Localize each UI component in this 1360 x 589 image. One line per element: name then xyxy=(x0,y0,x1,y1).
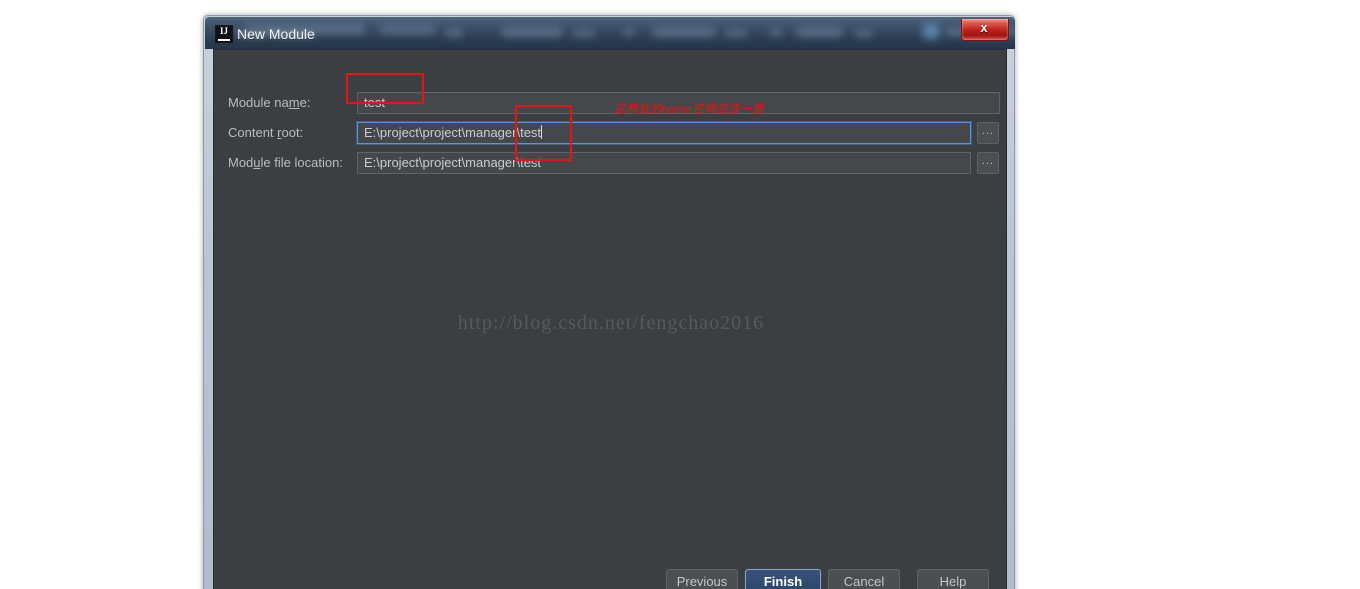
module-file-location-label: Module file location: xyxy=(228,155,343,170)
module-file-location-input[interactable]: E:\project\project\manager\test xyxy=(357,152,971,174)
titlebar-glass-blur xyxy=(623,29,635,36)
text-caret xyxy=(541,125,543,139)
titlebar-glass-blur xyxy=(380,26,435,34)
intellij-idea-underbar xyxy=(218,39,230,41)
titlebar-glass-blur xyxy=(653,27,715,37)
intellij-idea-icon: IJ xyxy=(215,25,233,43)
titlebar-glass-blur xyxy=(855,30,873,37)
module-form: Module name: test Content root: E:\proje… xyxy=(214,50,1006,174)
cancel-button[interactable]: Cancel xyxy=(828,569,900,589)
dialog-title: New Module xyxy=(237,26,315,42)
content-root-label: Content root: xyxy=(228,125,304,140)
content-root-browse-button[interactable]: ... xyxy=(977,122,999,144)
titlebar-glass-blur xyxy=(797,27,842,37)
previous-button[interactable]: Previous xyxy=(666,569,738,589)
form-row-module-name: Module name: test xyxy=(214,91,1006,117)
close-button[interactable]: x xyxy=(961,19,1009,41)
titlebar-glass-blur xyxy=(502,27,562,37)
dialog-client-area: Module name: test Content root: E:\proje… xyxy=(213,49,1007,589)
help-button[interactable]: Help xyxy=(917,569,989,589)
dialog-button-bar: Previous Finish Cancel Help xyxy=(214,565,1006,589)
form-row-content-root: Content root: E:\project\project\manager… xyxy=(214,121,1006,147)
screenshot-root: IJ New Module x Module name: test Conten… xyxy=(0,0,1360,589)
finish-button[interactable]: Finish xyxy=(745,569,821,589)
new-module-dialog-window: IJ New Module x Module name: test Conten… xyxy=(203,15,1015,589)
close-icon: x xyxy=(980,20,988,35)
content-root-input[interactable]: E:\project\project\manager\test xyxy=(357,122,971,144)
watermark-text: http://blog.csdn.net/fengchao2016 xyxy=(457,312,765,334)
annotation-note: 这两处的name名称应该一直 xyxy=(614,102,765,116)
titlebar-glass-blur xyxy=(445,29,463,37)
titlebar-glass-blur xyxy=(573,30,595,37)
form-row-module-file-location: Module file location: E:\project\project… xyxy=(214,151,1006,177)
module-file-location-browse-button[interactable]: ... xyxy=(977,152,999,174)
titlebar-glass-blur xyxy=(770,29,782,36)
module-name-label: Module name: xyxy=(228,95,311,110)
titlebar-glass-blur xyxy=(923,24,939,39)
dialog-titlebar[interactable]: IJ New Module x xyxy=(205,17,1015,49)
titlebar-glass-blur xyxy=(725,30,747,37)
